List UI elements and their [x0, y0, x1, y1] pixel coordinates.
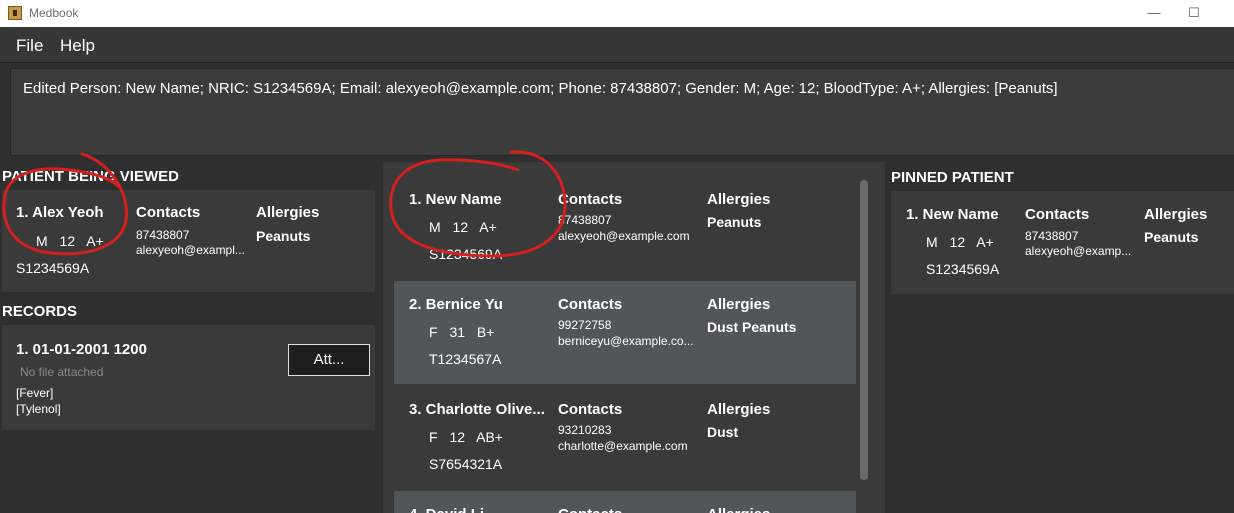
allergies-label: Allergies [1144, 206, 1208, 223]
contacts-label: Contacts [558, 401, 623, 418]
window-title: Medbook [29, 6, 79, 20]
record-conditions: [Fever] [16, 386, 54, 400]
attach-button[interactable]: Att... [288, 344, 370, 376]
patient-email: alexyeoh@examp... [1025, 244, 1132, 258]
patient-nric: S7654321A [429, 456, 503, 472]
patient-card[interactable]: 1. New Name M 12 A+ S1234569A Contacts 87438… [394, 176, 856, 279]
patient-phone: 99272758 [558, 318, 612, 332]
patient-nric: T1234567A [429, 351, 502, 367]
patient-email: charlotte@example.com [558, 439, 688, 453]
patient-card[interactable]: 2. Bernice Yu F 31 B+ T1234567A Contacts 992… [394, 281, 856, 384]
patient-phone: 93210283 [558, 423, 612, 437]
scrollbar-thumb[interactable] [860, 180, 868, 480]
patient-name: 3. Charlotte Olive... [409, 401, 545, 418]
patient-email: alexyeoh@exampl... [136, 243, 245, 257]
patient-card[interactable]: 3. Charlotte Olive... F 12 AB+ S7654321A Co… [394, 386, 856, 489]
patient-tags: F 31 B+ [429, 324, 495, 340]
contacts-label: Contacts [558, 506, 622, 513]
allergies-label: Allergies [256, 204, 320, 221]
patient-phone: 87438807 [1025, 229, 1079, 243]
menu-help[interactable]: Help [60, 36, 95, 56]
patient-allergies: Peanuts [1144, 229, 1199, 245]
allergies-label: Allergies [707, 296, 771, 313]
record-medications: [Tylenol] [16, 402, 61, 416]
minimize-icon[interactable]: — [1134, 2, 1174, 24]
patient-nric: S1234569A [926, 261, 1000, 277]
patient-name: 1. New Name [409, 191, 502, 208]
maximize-icon[interactable]: ☐ [1174, 2, 1214, 24]
patient-phone: 87438807 [558, 213, 612, 227]
patient-nric: S1234569A [16, 260, 90, 276]
patient-tags: M 12 A+ [429, 219, 497, 235]
app-icon [8, 6, 22, 20]
allergies-label: Allergies [707, 401, 771, 418]
record-card[interactable]: 1. 01-01-2001 1200 No file attached [Fev… [2, 325, 375, 430]
patient-name: 1. New Name [906, 206, 999, 223]
viewed-section-title: PATIENT BEING VIEWED [2, 168, 179, 185]
allergies-label: Allergies [707, 506, 770, 513]
menu-bar: File Help [0, 27, 1234, 63]
pinned-section-title: PINNED PATIENT [891, 169, 1014, 186]
contacts-label: Contacts [136, 204, 201, 221]
viewed-patient-card[interactable]: 1. Alex Yeoh M 12 A+ S1234569A Contacts … [2, 190, 375, 292]
patient-tags: F 12 AB+ [429, 429, 503, 445]
result-text: Edited Person: New Name; NRIC: S1234569A… [23, 80, 1058, 97]
contacts-label: Contacts [1025, 206, 1090, 223]
patient-nric: S1234569A [429, 246, 503, 262]
patient-email: berniceyu@example.co... [558, 334, 694, 348]
patient-name: 2. Bernice Yu [409, 296, 503, 313]
title-bar: Medbook — ☐ [0, 0, 1234, 27]
contacts-label: Contacts [558, 296, 623, 313]
records-section-title: RECORDS [2, 303, 78, 320]
menu-file[interactable]: File [16, 36, 43, 56]
pinned-patient-card[interactable]: 1. New Name M 12 A+ S1234569A Contacts 8… [891, 191, 1234, 294]
patient-allergies: Dust Peanuts [707, 319, 797, 335]
record-header: 1. 01-01-2001 1200 [16, 341, 147, 358]
patient-allergies: Peanuts [256, 228, 311, 244]
result-display[interactable]: Edited Person: New Name; NRIC: S1234569A… [10, 68, 1234, 156]
allergies-label: Allergies [707, 191, 771, 208]
patient-tags: M 12 A+ [926, 234, 994, 250]
patient-name: 4. David Li [409, 506, 484, 513]
patient-tags: M 12 A+ [36, 233, 104, 249]
record-file-status: No file attached [20, 365, 104, 379]
patient-allergies: Dust [707, 424, 739, 440]
patient-name: 1. Alex Yeoh [16, 204, 104, 221]
patient-phone: 87438807 [136, 228, 190, 242]
patient-email: alexyeoh@example.com [558, 229, 690, 243]
contacts-label: Contacts [558, 191, 623, 208]
patient-card[interactable]: 4. David Li Contacts Allergies [394, 491, 856, 513]
patient-allergies: Peanuts [707, 214, 762, 230]
